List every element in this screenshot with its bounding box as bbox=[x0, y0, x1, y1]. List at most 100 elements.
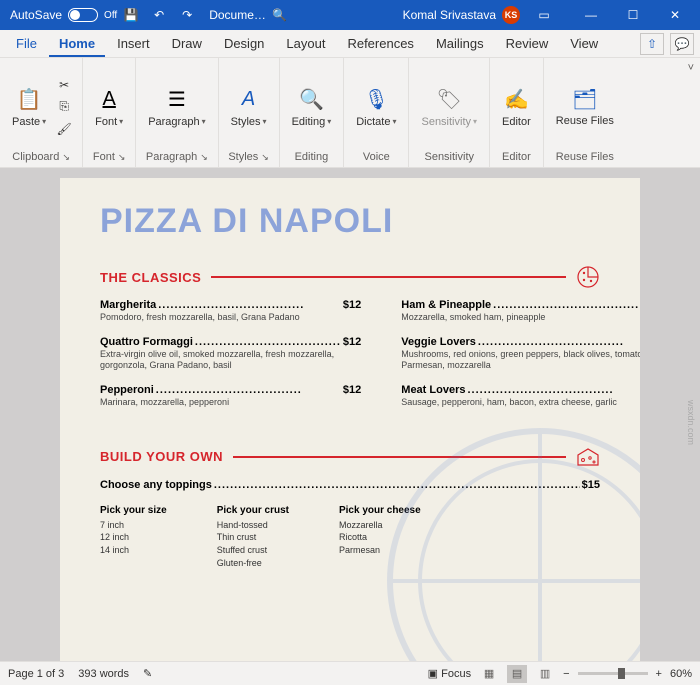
read-mode-icon[interactable]: ▦ bbox=[479, 665, 499, 683]
group-styles: AStyles▾ Styles↘ bbox=[219, 58, 280, 167]
group-sensitivity: 🏷Sensitivity▾ Sensitivity bbox=[409, 58, 490, 167]
watermark: wsxdn.com bbox=[686, 400, 696, 445]
paste-icon: 📋 bbox=[15, 86, 43, 114]
share-button[interactable]: ⇧ bbox=[640, 33, 664, 55]
group-editing: 🔍Editing▾ Editing bbox=[280, 58, 345, 167]
title-bar: AutoSave Off 💾 ↶ ↷ Docume… 🔍 Komal Sriva… bbox=[0, 0, 700, 30]
tab-insert[interactable]: Insert bbox=[107, 32, 160, 57]
close-button[interactable]: ✕ bbox=[654, 0, 696, 30]
paste-button[interactable]: 📋 Paste▾ bbox=[8, 84, 50, 130]
autosave-state: Off bbox=[104, 10, 117, 21]
comments-button[interactable]: 💬 bbox=[670, 33, 694, 55]
menu-item: Veggie Lovers ..........................… bbox=[401, 336, 640, 372]
document-page[interactable]: PIZZA DI NAPOLI THE CLASSICS Margherita … bbox=[60, 178, 640, 661]
ribbon-tabs: File Home Insert Draw Design Layout Refe… bbox=[0, 30, 700, 58]
zoom-out-icon[interactable]: − bbox=[563, 668, 569, 680]
launcher-icon[interactable]: ↘ bbox=[118, 152, 126, 163]
collapse-ribbon-icon[interactable]: ˅ bbox=[688, 62, 694, 74]
menu-title: PIZZA DI NAPOLI bbox=[100, 202, 600, 241]
spellcheck-icon[interactable]: ✎ bbox=[143, 667, 152, 680]
font-icon: A bbox=[95, 86, 123, 114]
print-layout-icon[interactable]: ▤ bbox=[507, 665, 527, 683]
undo-icon[interactable]: ↶ bbox=[145, 0, 173, 30]
byo-column: Pick your size7 inch12 inch14 inch bbox=[100, 505, 167, 569]
autosave-label: AutoSave bbox=[10, 8, 62, 22]
editing-icon: 🔍 bbox=[297, 86, 325, 114]
tab-view[interactable]: View bbox=[560, 32, 608, 57]
editor-icon: ✍ bbox=[502, 86, 530, 114]
paragraph-label: Paragraph bbox=[146, 151, 197, 163]
paragraph-icon: ☰ bbox=[163, 86, 191, 114]
search-icon[interactable]: 🔍 bbox=[266, 0, 294, 30]
maximize-button[interactable]: ☐ bbox=[612, 0, 654, 30]
launcher-icon[interactable]: ↘ bbox=[261, 152, 269, 163]
zoom-in-icon[interactable]: + bbox=[656, 668, 662, 680]
word-count[interactable]: 393 words bbox=[78, 668, 129, 680]
voice-label: Voice bbox=[363, 151, 390, 163]
sensitivity-label: Sensitivity bbox=[424, 151, 474, 163]
menu-item: Meat Lovers ............................… bbox=[401, 384, 640, 409]
sensitivity-icon: 🏷 bbox=[435, 86, 463, 114]
tab-mailings[interactable]: Mailings bbox=[426, 32, 494, 57]
font-button[interactable]: AFont▾ bbox=[91, 84, 127, 130]
group-reuse: 🗂Reuse Files Reuse Files bbox=[544, 58, 626, 167]
classics-columns: Margherita .............................… bbox=[100, 299, 600, 421]
editing-label: Editing bbox=[295, 151, 329, 163]
autosave-toggle[interactable]: AutoSave Off bbox=[10, 8, 117, 22]
dictate-button[interactable]: 🎙Dictate▾ bbox=[352, 84, 400, 130]
editing-button[interactable]: 🔍Editing▾ bbox=[288, 84, 336, 130]
menu-item: Pepperoni ..............................… bbox=[100, 384, 361, 409]
format-painter-icon[interactable]: 🖌 bbox=[54, 119, 74, 139]
menu-item: Quattro Formaggi .......................… bbox=[100, 336, 361, 372]
byo-column: Pick your crustHand-tossedThin crustStuf… bbox=[217, 505, 289, 569]
toggle-switch[interactable] bbox=[68, 8, 98, 22]
mic-icon: 🎙 bbox=[362, 86, 390, 114]
editor-button[interactable]: ✍Editor bbox=[498, 84, 535, 130]
ribbon: 📋 Paste▾ ✂ ⎘ 🖌 Clipboard↘ AFont▾ Font↘ ☰… bbox=[0, 58, 700, 168]
editor-label: Editor bbox=[502, 151, 531, 163]
menu-item: Ham & Pineapple ........................… bbox=[401, 299, 640, 324]
document-area[interactable]: PIZZA DI NAPOLI THE CLASSICS Margherita … bbox=[0, 168, 700, 661]
tab-layout[interactable]: Layout bbox=[276, 32, 335, 57]
group-font: AFont▾ Font↘ bbox=[83, 58, 136, 167]
section-classics: THE CLASSICS bbox=[100, 265, 600, 289]
zoom-level[interactable]: 60% bbox=[670, 668, 692, 680]
web-layout-icon[interactable]: ▥ bbox=[535, 665, 555, 683]
focus-mode[interactable]: ▣ Focus bbox=[428, 667, 471, 680]
tab-design[interactable]: Design bbox=[214, 32, 274, 57]
save-icon[interactable]: 💾 bbox=[117, 0, 145, 30]
avatar: KS bbox=[502, 6, 520, 24]
user-account[interactable]: Komal Srivastava KS bbox=[403, 6, 520, 24]
minimize-button[interactable]: — bbox=[570, 0, 612, 30]
font-label: Font bbox=[93, 151, 115, 163]
tab-home[interactable]: Home bbox=[49, 32, 105, 57]
reuse-files-button[interactable]: 🗂Reuse Files bbox=[552, 83, 618, 129]
launcher-icon[interactable]: ↘ bbox=[62, 152, 70, 163]
group-paragraph: ☰Paragraph▾ Paragraph↘ bbox=[136, 58, 218, 167]
tab-references[interactable]: References bbox=[337, 32, 423, 57]
group-voice: 🎙Dictate▾ Voice bbox=[344, 58, 409, 167]
cut-icon[interactable]: ✂ bbox=[54, 75, 74, 95]
tab-draw[interactable]: Draw bbox=[162, 32, 212, 57]
copy-icon[interactable]: ⎘ bbox=[54, 97, 74, 117]
menu-item: Margherita .............................… bbox=[100, 299, 361, 324]
document-title: Docume… bbox=[209, 8, 266, 22]
launcher-icon[interactable]: ↘ bbox=[200, 152, 208, 163]
bg-pizza-illustration bbox=[380, 421, 640, 661]
styles-icon: A bbox=[235, 86, 263, 114]
status-bar: Page 1 of 3 393 words ✎ ▣ Focus ▦ ▤ ▥ − … bbox=[0, 661, 700, 685]
styles-button[interactable]: AStyles▾ bbox=[227, 84, 271, 130]
ribbon-options-icon[interactable]: ▭ bbox=[530, 0, 558, 30]
user-name: Komal Srivastava bbox=[403, 8, 496, 22]
zoom-slider[interactable] bbox=[578, 672, 648, 675]
tab-review[interactable]: Review bbox=[496, 32, 559, 57]
sensitivity-button[interactable]: 🏷Sensitivity▾ bbox=[417, 84, 481, 130]
clipboard-label: Clipboard bbox=[12, 151, 59, 163]
reuse-label: Reuse Files bbox=[556, 151, 614, 163]
redo-icon[interactable]: ↷ bbox=[173, 0, 201, 30]
tab-file[interactable]: File bbox=[6, 32, 47, 57]
group-editor: ✍Editor Editor bbox=[490, 58, 544, 167]
styles-label: Styles bbox=[228, 151, 258, 163]
page-number[interactable]: Page 1 of 3 bbox=[8, 668, 64, 680]
paragraph-button[interactable]: ☰Paragraph▾ bbox=[144, 84, 209, 130]
